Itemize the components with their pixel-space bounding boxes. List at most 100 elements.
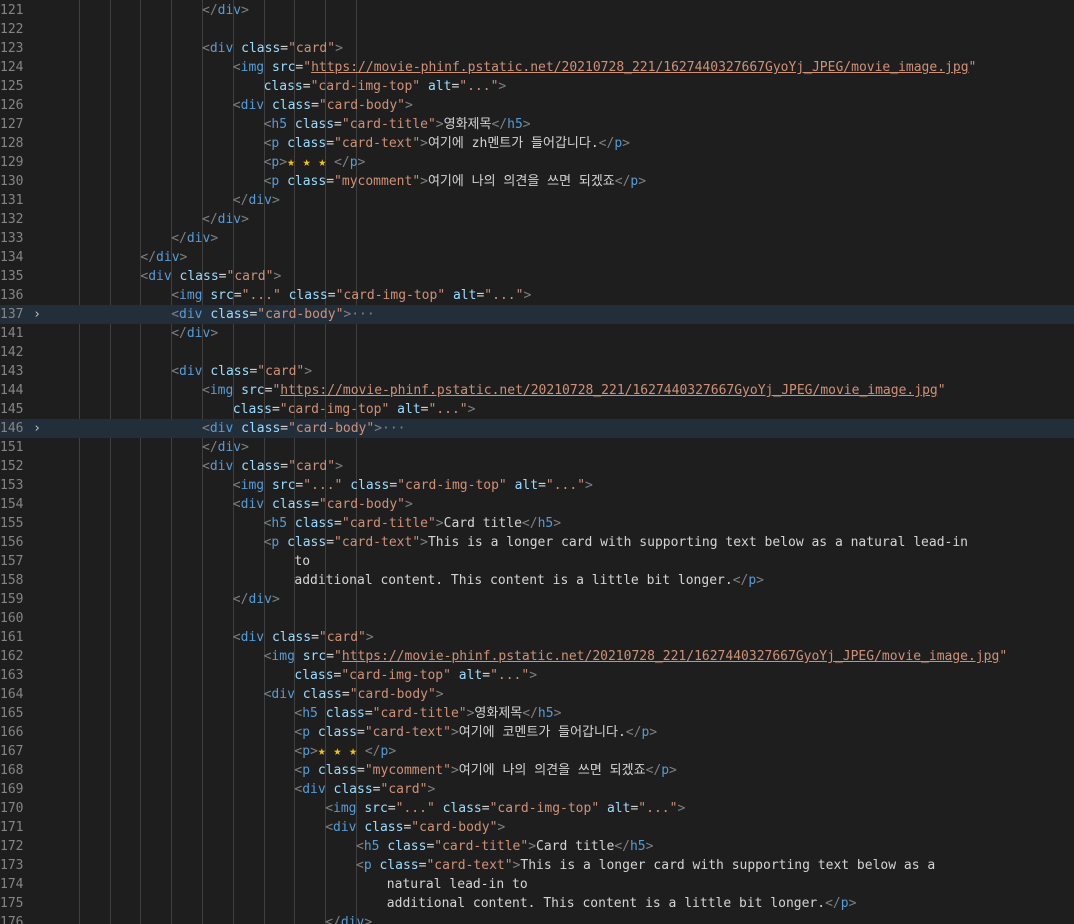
- code-token: =: [326, 136, 335, 151]
- code-line[interactable]: 135 <div class="card">: [0, 267, 1074, 286]
- code-token: class: [241, 421, 281, 436]
- code-line[interactable]: 126 <div class="card-body">: [0, 96, 1074, 115]
- code-line[interactable]: 169 <div class="card">: [0, 780, 1074, 799]
- code-line[interactable]: 131 </div>: [0, 191, 1074, 210]
- code-line[interactable]: 124 <img src="https://movie-phinf.pstatic…: [0, 58, 1074, 77]
- code-token: >: [365, 630, 374, 645]
- code-token: </: [645, 763, 662, 778]
- code-token: "card-text": [334, 136, 421, 151]
- code-line[interactable]: 174 natural lead-in to: [0, 875, 1074, 894]
- code-line[interactable]: 123 <div class="card">: [0, 39, 1074, 58]
- code-token[interactable]: https://movie-phinf.pstatic.net/20210728…: [342, 649, 999, 664]
- code-line[interactable]: 159 </div>: [0, 590, 1074, 609]
- fold-chevron-icon[interactable]: ›: [30, 305, 44, 324]
- code-token: h5: [271, 516, 288, 531]
- code-line[interactable]: 122: [0, 20, 1074, 39]
- code-line[interactable]: 153 <img src="..." class="card-img-top" a…: [0, 476, 1074, 495]
- code-line[interactable]: 176 </div>: [0, 913, 1074, 924]
- code-token[interactable]: https://movie-phinf.pstatic.net/20210728…: [280, 383, 937, 398]
- code-token: additional content. This content is a li…: [294, 573, 733, 588]
- code-line[interactable]: 125 class="card-img-top" alt="...">: [0, 77, 1074, 96]
- code-line[interactable]: 173 <p class="card-text">This is a longer…: [0, 856, 1074, 875]
- code-line[interactable]: 158 additional content. This content is a…: [0, 571, 1074, 590]
- code-line[interactable]: 130 <p class="mycomment">여기에 나의 의견을 쓰면 되겠…: [0, 172, 1074, 191]
- code-token: <: [232, 497, 241, 512]
- code-token: div: [302, 782, 326, 797]
- code-line[interactable]: 154 <div class="card-body">: [0, 495, 1074, 514]
- code-text: to: [294, 552, 310, 571]
- code-line[interactable]: 171 <div class="card-body">: [0, 818, 1074, 837]
- code-line[interactable]: 172 <h5 class="card-title">Card title</h5…: [0, 837, 1074, 856]
- code-line[interactable]: 170 <img src="..." class="card-img-top" a…: [0, 799, 1074, 818]
- line-number: 167: [0, 744, 24, 759]
- code-token: p: [614, 136, 623, 151]
- fold-chevron-icon[interactable]: ›: [30, 419, 44, 438]
- code-line[interactable]: 156 <p class="card-text">This is a longer…: [0, 533, 1074, 552]
- code-line[interactable]: 132 </div>: [0, 210, 1074, 229]
- code-line[interactable]: 175 additional content. This content is a…: [0, 894, 1074, 913]
- code-line[interactable]: 143 <div class="card">: [0, 362, 1074, 381]
- code-token: =: [327, 288, 336, 303]
- code-token: =: [233, 288, 242, 303]
- code-token: >: [435, 687, 444, 702]
- code-line[interactable]: 145 class="card-img-top" alt="...">: [0, 400, 1074, 419]
- code-token: p: [363, 858, 372, 873]
- code-line[interactable]: 162 <img src="https://movie-phinf.pstatic…: [0, 647, 1074, 666]
- code-token[interactable]: https://movie-phinf.pstatic.net/20210728…: [311, 60, 968, 75]
- code-line[interactable]: 168 <p class="mycomment">여기에 나의 의견을 쓰면 되겠…: [0, 761, 1074, 780]
- code-line[interactable]: 157 to: [0, 552, 1074, 571]
- code-line[interactable]: 127 <h5 class="card-title">영화제목</h5>: [0, 115, 1074, 134]
- code-token: =: [538, 478, 546, 493]
- code-line[interactable]: 136 <img src="..." class="card-img-top" a…: [0, 286, 1074, 305]
- code-line[interactable]: 163 class="card-img-top" alt="...">: [0, 666, 1074, 685]
- code-line[interactable]: 155 <h5 class="card-title">Card title</h5…: [0, 514, 1074, 533]
- code-line[interactable]: 160: [0, 609, 1074, 628]
- line-number: 146: [0, 421, 24, 436]
- code-line[interactable]: 134 </div>: [0, 248, 1074, 267]
- code-token[interactable]: ···: [351, 307, 374, 322]
- code-token: =: [326, 535, 335, 550]
- code-line[interactable]: 164 <div class="card-body">: [0, 685, 1074, 704]
- code-token: "...": [459, 79, 499, 94]
- code-line[interactable]: 142: [0, 343, 1074, 362]
- code-line[interactable]: 133 </div>: [0, 229, 1074, 248]
- code-token: <: [232, 630, 241, 645]
- code-line[interactable]: 167 <p>★ ★ ★ </p>: [0, 742, 1074, 761]
- code-token: h5: [537, 706, 554, 721]
- line-number: 126: [0, 98, 24, 113]
- line-number: 134: [0, 250, 24, 265]
- code-text: natural lead-in to: [387, 875, 528, 894]
- code-token: class: [333, 782, 373, 797]
- code-line[interactable]: 137 › <div class="card-body">···: [0, 305, 1074, 324]
- code-token: >: [427, 782, 436, 797]
- code-token: class: [271, 630, 312, 645]
- code-line[interactable]: 151 </div>: [0, 438, 1074, 457]
- code-token: div: [240, 630, 265, 645]
- code-line[interactable]: 161 <div class="card">: [0, 628, 1074, 647]
- code-line[interactable]: 129 <p>★ ★ ★ </p>: [0, 153, 1074, 172]
- code-text: <img src="https://movie-phinf.pstatic.ne…: [264, 647, 1008, 666]
- code-line[interactable]: 165 <h5 class="card-title">영화제목</h5>: [0, 704, 1074, 723]
- code-line[interactable]: 146 › <div class="card-body">···: [0, 419, 1074, 438]
- code-line[interactable]: 152 <div class="card">: [0, 457, 1074, 476]
- code-line[interactable]: 128 <p class="card-text">여기에 zh멘트가 들어갑니다.…: [0, 134, 1074, 153]
- code-token[interactable]: ···: [382, 421, 405, 436]
- code-token: >: [335, 459, 343, 474]
- code-token: =: [482, 668, 491, 683]
- code-text: <div class="card-body">: [233, 96, 413, 115]
- code-token: class: [442, 801, 482, 816]
- code-editor[interactable]: 121 </div> 122 123 <div class="card"> 124 <img…: [0, 0, 1074, 924]
- code-token: =: [364, 706, 373, 721]
- code-token: ": [968, 60, 977, 75]
- code-line[interactable]: 141 </div>: [0, 324, 1074, 343]
- code-line[interactable]: 121 </div>: [0, 1, 1074, 20]
- code-token: =: [334, 117, 342, 132]
- code-line[interactable]: 144 <img src="https://movie-phinf.pstatic…: [0, 381, 1074, 400]
- code-token: class: [271, 98, 312, 113]
- code-line[interactable]: 166 <p class="card-text">여기에 코멘트가 들어갑니다.<…: [0, 723, 1074, 742]
- code-text: <div class="card-body">···: [171, 305, 375, 324]
- code-text: <h5 class="card-title">영화제목</h5>: [294, 704, 561, 723]
